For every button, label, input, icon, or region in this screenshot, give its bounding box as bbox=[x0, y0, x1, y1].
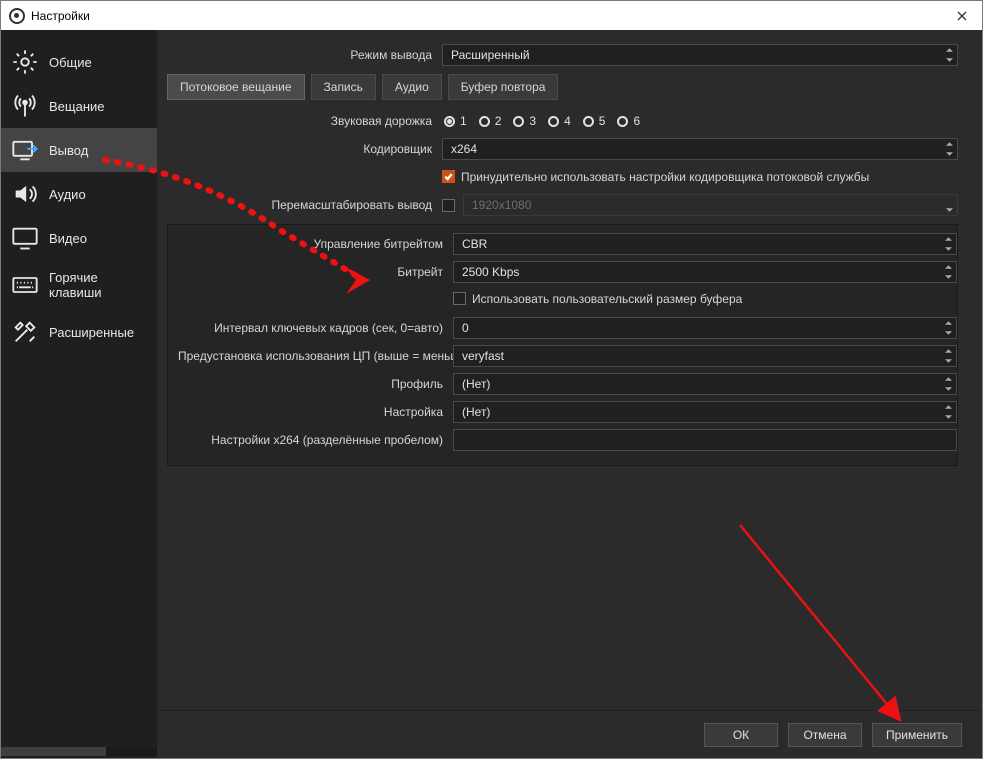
tab-streaming[interactable]: Потоковое вещание bbox=[167, 74, 305, 100]
audio-track-3[interactable]: 3 bbox=[513, 114, 536, 128]
sidebar-item-label: Аудио bbox=[49, 187, 86, 202]
bitrate-input[interactable]: 2500 Kbps bbox=[453, 261, 957, 283]
rescale-checkbox[interactable] bbox=[442, 199, 455, 212]
tools-icon bbox=[11, 320, 39, 344]
audio-track-2[interactable]: 2 bbox=[479, 114, 502, 128]
rate-control-label: Управление битрейтом bbox=[178, 237, 453, 251]
settings-window: Настройки Общие Вещание bbox=[0, 0, 983, 759]
output-icon bbox=[11, 138, 39, 162]
footer: ОК Отмена Применить bbox=[157, 710, 982, 758]
sidebar-item-label: Расширенные bbox=[49, 325, 134, 340]
sidebar: Общие Вещание Вывод Аудио bbox=[1, 30, 157, 758]
profile-select[interactable]: (Нет) bbox=[453, 373, 957, 395]
rate-control-select[interactable]: CBR bbox=[453, 233, 957, 255]
sidebar-item-video[interactable]: Видео bbox=[1, 216, 157, 260]
sidebar-item-stream[interactable]: Вещание bbox=[1, 84, 157, 128]
speaker-icon bbox=[11, 182, 39, 206]
sidebar-item-label: Горячие клавиши bbox=[49, 270, 149, 300]
sidebar-item-audio[interactable]: Аудио bbox=[1, 172, 157, 216]
sidebar-item-general[interactable]: Общие bbox=[1, 40, 157, 84]
tab-audio[interactable]: Аудио bbox=[382, 74, 442, 100]
sidebar-item-output[interactable]: Вывод bbox=[1, 128, 157, 172]
keyint-input[interactable]: 0 bbox=[453, 317, 957, 339]
ok-button[interactable]: ОК bbox=[704, 723, 778, 747]
rescale-label: Перемасштабировать вывод bbox=[167, 198, 442, 212]
keyboard-icon bbox=[11, 273, 39, 297]
x264opts-input[interactable] bbox=[453, 429, 957, 451]
cpu-preset-select[interactable]: veryfast bbox=[453, 345, 957, 367]
sidebar-item-advanced[interactable]: Расширенные bbox=[1, 310, 157, 354]
rescale-select[interactable]: 1920x1080 bbox=[463, 194, 958, 216]
titlebar: Настройки bbox=[1, 1, 982, 30]
audio-track-4[interactable]: 4 bbox=[548, 114, 571, 128]
gear-icon bbox=[11, 50, 39, 74]
enforce-encoder-settings-checkbox[interactable]: Принудительно использовать настройки код… bbox=[442, 170, 869, 184]
output-mode-select[interactable]: Расширенный bbox=[442, 44, 958, 66]
x264opts-label: Настройки x264 (разделённые пробелом) bbox=[178, 433, 453, 447]
tab-recording[interactable]: Запись bbox=[311, 74, 376, 100]
profile-label: Профиль bbox=[178, 377, 453, 391]
window-close-button[interactable] bbox=[942, 1, 982, 30]
cancel-button[interactable]: Отмена bbox=[788, 723, 862, 747]
content-pane: Режим вывода Расширенный Потоковое вещан… bbox=[157, 30, 982, 710]
monitor-icon bbox=[11, 226, 39, 250]
sidebar-scrollbar[interactable] bbox=[1, 744, 157, 758]
tune-select[interactable]: (Нет) bbox=[453, 401, 957, 423]
sidebar-item-hotkeys[interactable]: Горячие клавиши bbox=[1, 260, 157, 310]
encoder-settings-group: Управление битрейтом CBR Битрейт 2500 Kb… bbox=[167, 224, 958, 466]
keyint-label: Интервал ключевых кадров (сек, 0=авто) bbox=[178, 321, 453, 335]
window-title: Настройки bbox=[31, 9, 90, 23]
antenna-icon bbox=[11, 94, 39, 118]
cpu-preset-label: Предустановка использования ЦП (выше = м… bbox=[178, 349, 453, 363]
app-icon bbox=[9, 8, 25, 24]
encoder-label: Кодировщик bbox=[167, 142, 442, 156]
output-mode-label: Режим вывода bbox=[167, 48, 442, 62]
audio-track-label: Звуковая дорожка bbox=[167, 114, 442, 128]
output-tabs: Потоковое вещание Запись Аудио Буфер пов… bbox=[167, 74, 958, 100]
sidebar-item-label: Вещание bbox=[49, 99, 105, 114]
bitrate-label: Битрейт bbox=[178, 265, 453, 279]
sidebar-item-label: Вывод bbox=[49, 143, 88, 158]
encoder-select[interactable]: x264 bbox=[442, 138, 958, 160]
custom-buffer-size-checkbox[interactable]: Использовать пользовательский размер буф… bbox=[453, 292, 742, 306]
audio-track-6[interactable]: 6 bbox=[617, 114, 640, 128]
audio-track-1[interactable]: 1 bbox=[444, 114, 467, 128]
tab-replay-buffer[interactable]: Буфер повтора bbox=[448, 74, 559, 100]
apply-button[interactable]: Применить bbox=[872, 723, 962, 747]
tune-label: Настройка bbox=[178, 405, 453, 419]
audio-track-5[interactable]: 5 bbox=[583, 114, 606, 128]
sidebar-item-label: Общие bbox=[49, 55, 92, 70]
sidebar-item-label: Видео bbox=[49, 231, 87, 246]
